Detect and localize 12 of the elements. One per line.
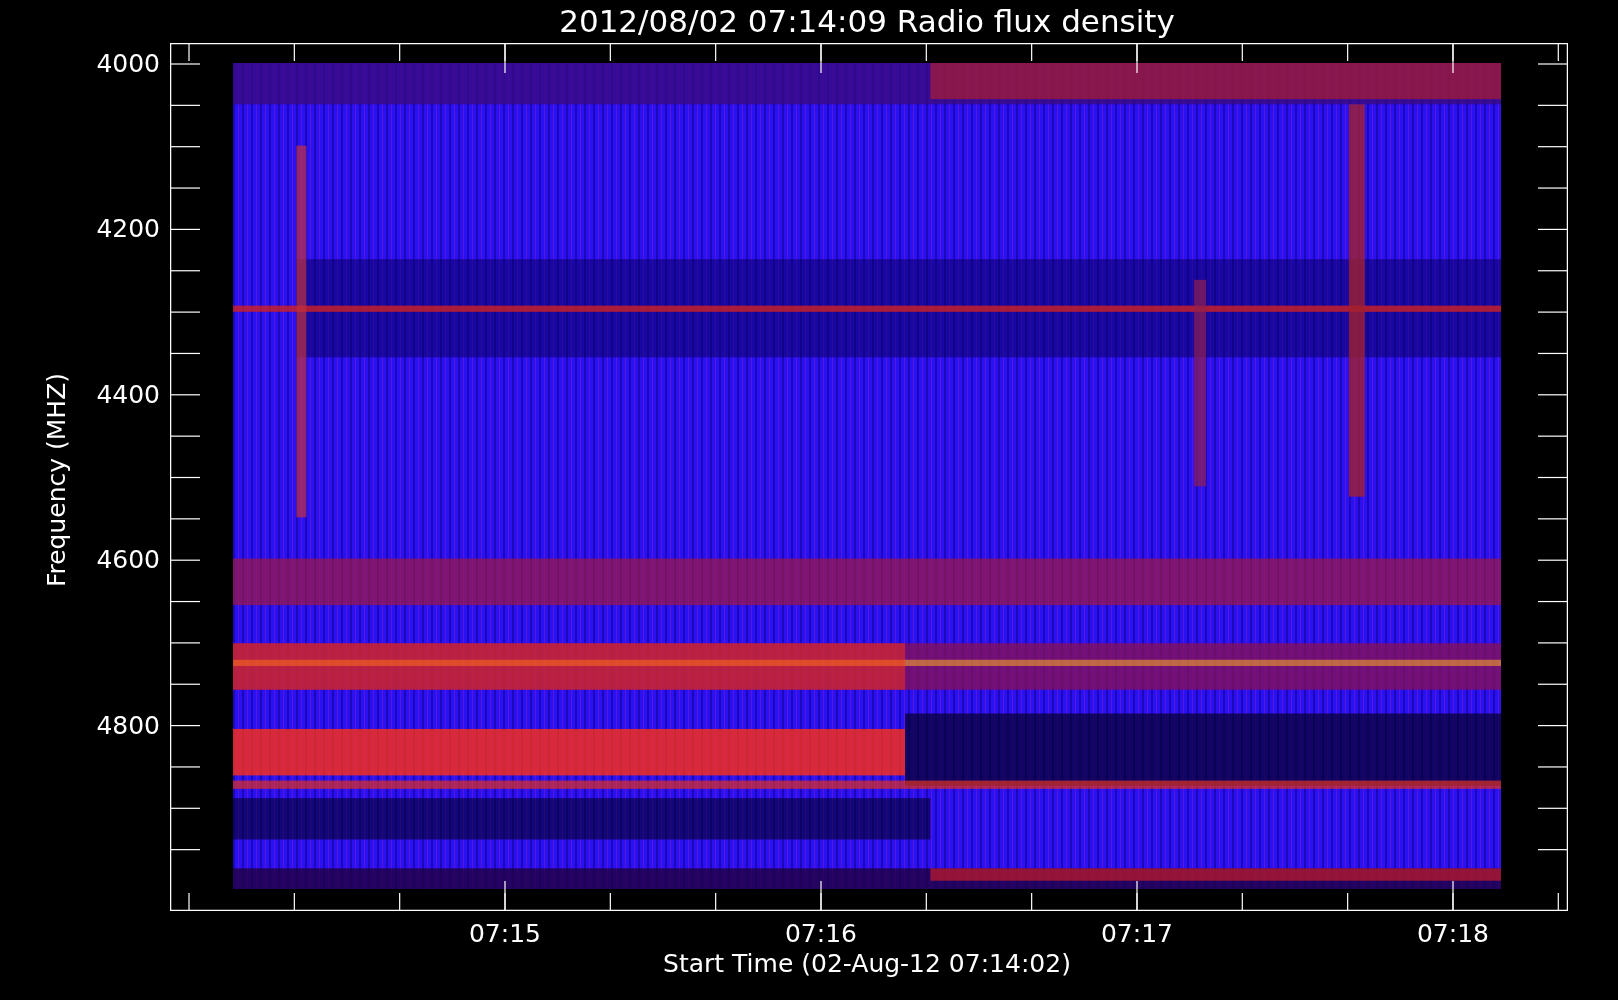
- x-tick-label: 07:16: [783, 919, 858, 949]
- y-tick-label: 4200: [95, 214, 160, 245]
- y-tick-label: 4800: [95, 710, 160, 741]
- x-tick-label: 07:18: [1415, 919, 1490, 949]
- x-tick-label: 07:17: [1099, 919, 1174, 949]
- y-tick-label: 4600: [95, 545, 160, 576]
- y-axis-title: Frequency (MHZ): [42, 372, 72, 588]
- y-tick-label: 4000: [95, 49, 160, 79]
- y-tick-label: 4400: [95, 379, 160, 410]
- x-axis-title: Start Time (02-Aug-12 07:14:02): [662, 948, 1072, 980]
- chart-title: 2012/08/02 07:14:09 Radio flux density: [558, 2, 1176, 40]
- x-tick-label: 07:15: [467, 919, 542, 949]
